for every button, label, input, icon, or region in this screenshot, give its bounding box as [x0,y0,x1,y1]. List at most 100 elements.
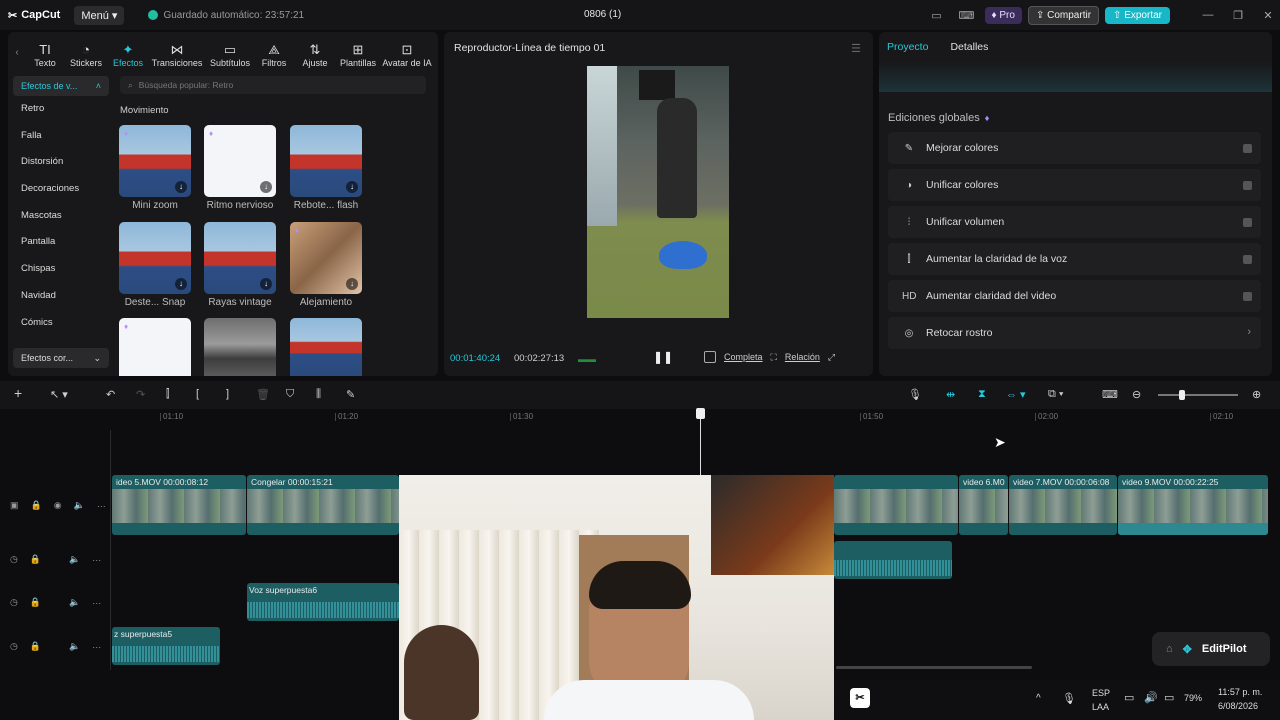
export-button[interactable]: ⇧ Exportar [1105,6,1170,24]
volume-icon[interactable]: 🔈 [69,597,80,608]
pro-button[interactable]: ♦ Pro [984,6,1022,24]
menu-button[interactable]: Menú ▾ [74,5,125,25]
volume-tray-icon[interactable]: 🔊 [1144,691,1158,704]
video-clip[interactable]: Congelar 00:00:15:21 [247,475,399,535]
sidebar-item-distorsion[interactable]: Distorsión [13,149,109,176]
audio-clip[interactable]: Voz superpuesta6 [247,583,399,621]
eye-icon[interactable]: ◉ [54,500,62,511]
feedback-icon[interactable]: ⌂ [1166,643,1173,655]
effect-thumb[interactable] [290,318,362,376]
row-unify-volume[interactable]: ⫶ Unificar volumen [888,206,1261,238]
chevron-up-icon[interactable]: ^ [1036,693,1041,704]
capcut-taskbar-icon[interactable]: ✂ [850,688,870,708]
tab-project[interactable]: Proyecto [887,41,928,53]
delete-icon[interactable]: 🗑 [256,388,270,401]
screenshot-icon[interactable]: ⛶ [771,352,777,363]
audio-clip[interactable] [834,541,952,579]
sidebar-item-retro[interactable]: Retro [13,96,109,123]
undo-icon[interactable]: ↶ [106,388,115,401]
tab-transitions[interactable]: ⋈ Transiciones [148,36,206,68]
maximize-icon[interactable]: ❐ [1226,9,1250,22]
toggle[interactable] [1243,181,1252,190]
select-tool-icon[interactable]: ↖ ▾ [50,388,68,401]
more-icon[interactable]: ··· [92,555,101,565]
video-preview[interactable] [587,66,729,318]
sidebar-item-falla[interactable]: Falla [13,123,109,150]
row-video-clarity[interactable]: HD Aumentar claridad del video [888,280,1261,312]
row-voice-clarity[interactable]: ⫿ Aumentar la claridad de la voz [888,243,1261,275]
row-unify-colors[interactable]: ◑ Unificar colores [888,169,1261,201]
timeline-scrollbar[interactable] [836,666,1032,669]
language-region[interactable]: LAA [1092,702,1109,712]
share-button[interactable]: ⇪ Compartir [1027,5,1100,25]
video-clip[interactable]: video 7.MOV 00:00:06:08 [1009,475,1117,535]
zoom-out-icon[interactable]: ⊖ [1132,388,1141,401]
download-icon[interactable]: ↓ [175,278,187,290]
lock-icon[interactable]: 🔒 [30,641,41,652]
microphone-icon[interactable]: 🎙 [908,388,922,401]
effect-thumb-mini-zoom[interactable]: ♦ ↓ [119,125,191,197]
tab-templates[interactable]: ⊞ Plantillas [336,36,380,68]
split-view-icon[interactable]: ⧉ ▾ [1048,388,1064,401]
more-icon[interactable]: ··· [97,501,106,511]
sidebar-item-mascotas[interactable]: Mascotas [13,203,109,230]
preview-axis-icon[interactable]: ⇔ ▾ [1006,388,1026,401]
effect-thumb-rayas-vintage[interactable]: ↓ [204,222,276,294]
download-icon[interactable]: ↓ [260,278,272,290]
shield-icon[interactable]: ⛉ [286,388,294,401]
video-clip[interactable]: video 9.MOV 00:00:22:25 [1118,475,1268,535]
effects-category-dropdown[interactable]: Efectos de v... ˄ [13,76,109,96]
shortcuts-icon[interactable]: ⌨ [955,9,979,22]
video-clip[interactable]: video 6.M0 [959,475,1008,535]
zoom-slider[interactable] [1158,394,1238,396]
volume-icon[interactable]: 🔈 [69,554,80,565]
sidebar-item-pantalla[interactable]: Pantalla [13,229,109,256]
effect-thumb-ritmo-nervioso[interactable]: ♦ ↓ [204,125,276,197]
scroll-left-icon[interactable]: ‹ [8,47,26,68]
download-icon[interactable]: ↓ [175,181,187,193]
timeline-ruler[interactable]: 01:10 01:20 01:30 01:50 02:00 02:10 [110,409,1280,425]
toggle[interactable] [1243,292,1252,301]
tab-effects[interactable]: ✦ Efectos [108,36,148,68]
more-icon[interactable]: ··· [92,642,101,652]
tab-filters[interactable]: ⟁ Filtros [254,36,294,68]
menu-icon[interactable]: ☰ [851,42,861,55]
language-code[interactable]: ESP [1092,688,1110,698]
toggle[interactable] [1243,255,1252,264]
cover-icon[interactable]: ▣ [10,500,19,511]
volume-icon[interactable]: 🔈 [69,641,80,652]
playhead-handle[interactable] [696,408,705,419]
toggle[interactable] [1243,144,1252,153]
freeze-icon[interactable]: ⫼ [316,388,321,401]
split-icon[interactable]: ⫿ [166,388,170,401]
effect-thumb-alejamiento[interactable]: ♦ ↓ [290,222,362,294]
body-effects-dropdown[interactable]: Efectos cor... ⌄ [13,348,109,368]
pause-button[interactable]: ❚❚ [653,350,673,364]
effect-thumb[interactable]: ♦ [119,318,191,376]
tab-details[interactable]: Detalles [950,41,988,53]
fullscreen-icon[interactable]: ⤢ [828,352,835,363]
toggle[interactable] [1243,218,1252,227]
sidebar-item-navidad[interactable]: Navidad [13,283,109,310]
video-clip[interactable]: ideo 5.MOV 00:00:08:12 [112,475,246,535]
snap-icon[interactable]: ⧗ [978,388,986,401]
close-icon[interactable]: ✕ [1256,9,1280,22]
link-icon[interactable]: ⇹ [946,388,955,401]
download-icon[interactable]: ↓ [346,181,358,193]
pen-icon[interactable]: ✎ [346,388,355,401]
ratio-button[interactable]: Relación [785,352,820,362]
tab-text[interactable]: TI Texto [26,36,64,68]
editpilot-button[interactable]: ⌂ ✥ EditPilot [1152,632,1270,666]
trim-left-icon[interactable]: [ [196,388,199,400]
effect-thumb[interactable] [204,318,276,376]
row-enhance-colors[interactable]: ✎ Mejorar colores [888,132,1261,164]
add-icon[interactable]: + [14,385,22,401]
lock-icon[interactable]: 🔒 [30,554,41,565]
sidebar-item-chispas[interactable]: Chispas [13,256,109,283]
sidebar-item-comics[interactable]: Cómics [13,310,109,337]
lock-icon[interactable]: 🔒 [30,597,41,608]
zoom-slider-handle[interactable] [1179,390,1185,400]
trim-right-icon[interactable]: ] [226,388,229,400]
network-icon[interactable]: ▭ [1124,691,1134,704]
battery-icon[interactable]: ▭ [1164,691,1174,704]
